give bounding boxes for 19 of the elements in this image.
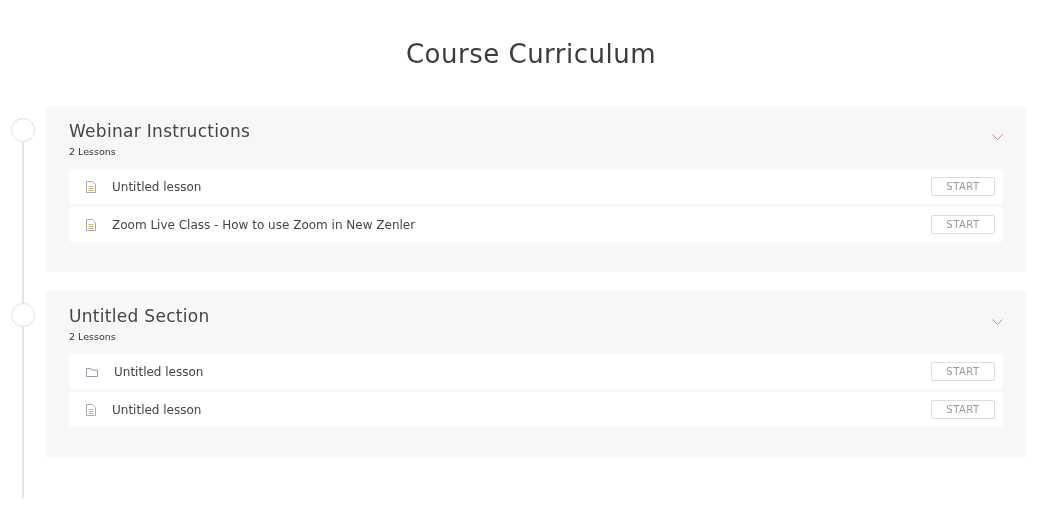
lesson-count: 2 Lessons [69,146,117,157]
lesson-row[interactable]: Untitled lesson START [69,392,1003,427]
lesson-row[interactable]: Zoom Live Class - How to use Zoom in New Zenler START [69,207,1003,242]
page-title: Course Curriculum [404,38,658,71]
lesson-title: Untitled lesson [114,364,205,379]
section-title: Webinar Instructions [69,120,251,142]
document-icon [86,403,96,416]
document-icon [86,218,96,231]
folder-icon [86,366,98,377]
lesson-title: Untitled lesson [112,402,203,417]
chevron-down-icon[interactable] [992,134,1003,141]
section-title: Untitled Section [69,305,210,327]
lesson-row[interactable]: Untitled lesson START [69,169,1003,204]
lesson-title: Zoom Live Class - How to use Zoom in New Zenler [112,217,417,232]
lesson-row[interactable]: Untitled lesson START [69,354,1003,389]
lesson-count: 2 Lessons [69,331,117,342]
document-icon [86,180,96,193]
lesson-title: Untitled lesson [112,179,203,194]
chevron-down-icon[interactable] [992,319,1003,326]
